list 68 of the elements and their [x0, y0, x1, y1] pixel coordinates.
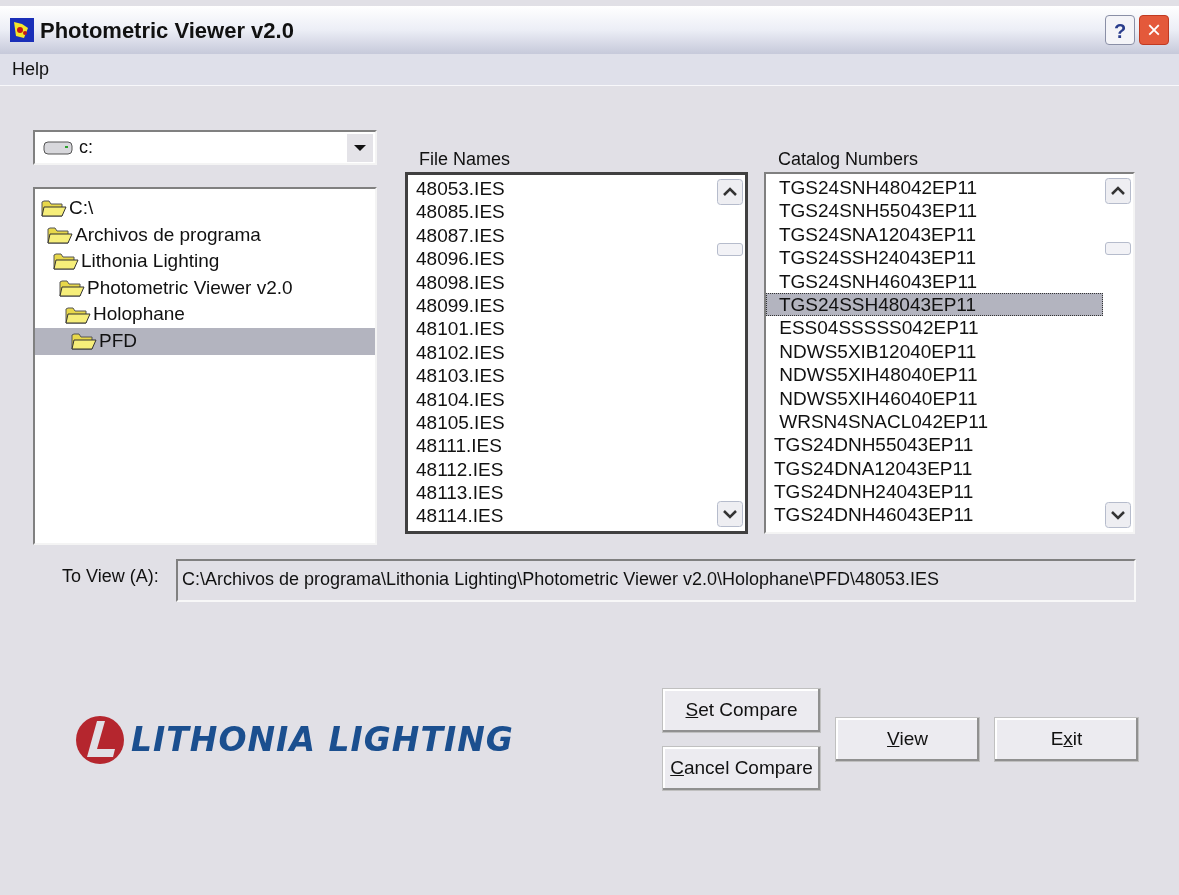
folder-icon	[59, 278, 85, 299]
list-item[interactable]: 48103.IES	[408, 364, 715, 388]
scroll-thumb[interactable]	[1105, 242, 1131, 255]
dialog-button[interactable]: Cancel Compare	[662, 746, 821, 791]
dialog-button[interactable]: View	[835, 717, 980, 762]
list-item[interactable]: WRSN4SNACL042EP11	[766, 409, 1103, 434]
list-item[interactable]: TGS24DNH46043EP11	[766, 503, 1103, 527]
tree-item[interactable]: C:\	[35, 195, 375, 222]
list-item[interactable]: TGS24DNA12043EP11	[766, 456, 1103, 481]
folder-icon	[65, 304, 91, 325]
list-item[interactable]: 48099.IES	[408, 293, 715, 318]
to-view-label: To View (A):	[62, 565, 160, 588]
scroll-up-icon[interactable]	[717, 179, 743, 205]
list-item[interactable]: 48114.IES	[408, 504, 715, 528]
scroll-thumb[interactable]	[717, 243, 743, 256]
logo-mark-icon	[75, 714, 125, 765]
list-item[interactable]: TGS24SNH46043EP11	[766, 269, 1103, 293]
list-item[interactable]: 48101.IES	[408, 317, 715, 341]
scroll-down-icon[interactable]	[1105, 502, 1131, 528]
drive-icon	[43, 140, 73, 155]
tree-item[interactable]: Photometric Viewer v2.0	[35, 274, 375, 302]
list-item[interactable]: NDWS5XIH46040EP11	[766, 386, 1103, 410]
folder-icon	[47, 224, 73, 245]
list-item[interactable]: 48053.IES	[408, 177, 715, 201]
list-item[interactable]: 48096.IES	[408, 247, 715, 271]
list-item[interactable]: ESS04SSSSS042EP11	[766, 316, 1103, 340]
file-list[interactable]: 48053.IES 48085.IES 48087.IES 48096.IES 48098.IES 48099.IES 48101.IES 48102.IES 48103.IES 48104.IES 48105.IES 48111.IES 48112.IES 48113.IES 48114.IES	[405, 172, 748, 534]
help-button[interactable]: ?	[1105, 15, 1135, 45]
list-item[interactable]: TGS24DNH55043EP11	[766, 433, 1103, 457]
list-item[interactable]: TGS24SNA12043EP11	[766, 222, 1103, 247]
list-item[interactable]: 48105.IES	[408, 410, 715, 435]
tree-item[interactable]: Holophane	[35, 301, 375, 328]
folder-tree[interactable]: C:\ Archivos de programa Lithonia Lighting Photometric Viewer v2.0 Holophane PFD	[33, 187, 377, 545]
path-field: C:\Archivos de programa\Lithonia Lighting\Photometric Viewer v2.0\Holophane\PFD\48053.IES	[176, 559, 1136, 602]
list-heading: File Names	[418, 148, 512, 171]
list-item[interactable]: 48087.IES	[408, 223, 715, 248]
list-item[interactable]: NDWS5XIH48040EP11	[766, 363, 1103, 387]
menu-item[interactable]: Help	[12, 56, 50, 83]
list-item[interactable]: 48085.IES	[408, 200, 715, 224]
file-list[interactable]	[764, 172, 1135, 534]
list-heading: Catalog Numbers	[777, 148, 920, 171]
list-item[interactable]: 48112.IES	[408, 457, 715, 482]
list-item[interactable]: 48098.IES	[408, 270, 715, 294]
tree-item[interactable]: PFD	[35, 327, 375, 355]
window-title: Photometric Viewer v2.0	[40, 16, 294, 45]
list-item[interactable]: TGS24SSH24043EP11	[766, 246, 1103, 270]
tree-item[interactable]: Archivos de programa	[35, 221, 375, 249]
dialog-button[interactable]: Set Compare	[662, 688, 821, 733]
app-icon	[10, 18, 34, 42]
drive-dropdown[interactable]: c:	[33, 130, 377, 165]
scroll-up-icon[interactable]	[1105, 178, 1131, 204]
folder-icon	[41, 198, 67, 219]
tree-item[interactable]: Lithonia Lighting	[35, 248, 375, 275]
logo-text: LITHONIA LIGHTING	[131, 718, 514, 761]
close-button[interactable]: ×	[1139, 15, 1169, 45]
folder-icon	[53, 251, 79, 272]
list-item[interactable]: 48104.IES	[408, 387, 715, 411]
list-item[interactable]: 48102.IES	[408, 340, 715, 365]
list-item[interactable]: 48113.IES	[408, 481, 715, 505]
list-item[interactable]: TGS24SNH48042EP11	[766, 176, 1103, 200]
list-item[interactable]: TGS24DNH24043EP11	[766, 480, 1103, 504]
list-item[interactable]: TGS24SSH48043EP11	[766, 292, 1103, 317]
scroll-down-icon[interactable]	[717, 501, 743, 527]
list-item[interactable]: 48111.IES	[408, 434, 715, 458]
list-item[interactable]: NDWS5XIB12040EP11	[766, 339, 1103, 364]
list-item[interactable]: TGS24SNH55043EP11	[766, 199, 1103, 223]
dialog-button[interactable]: Exit	[994, 717, 1139, 762]
folder-icon	[71, 331, 97, 352]
